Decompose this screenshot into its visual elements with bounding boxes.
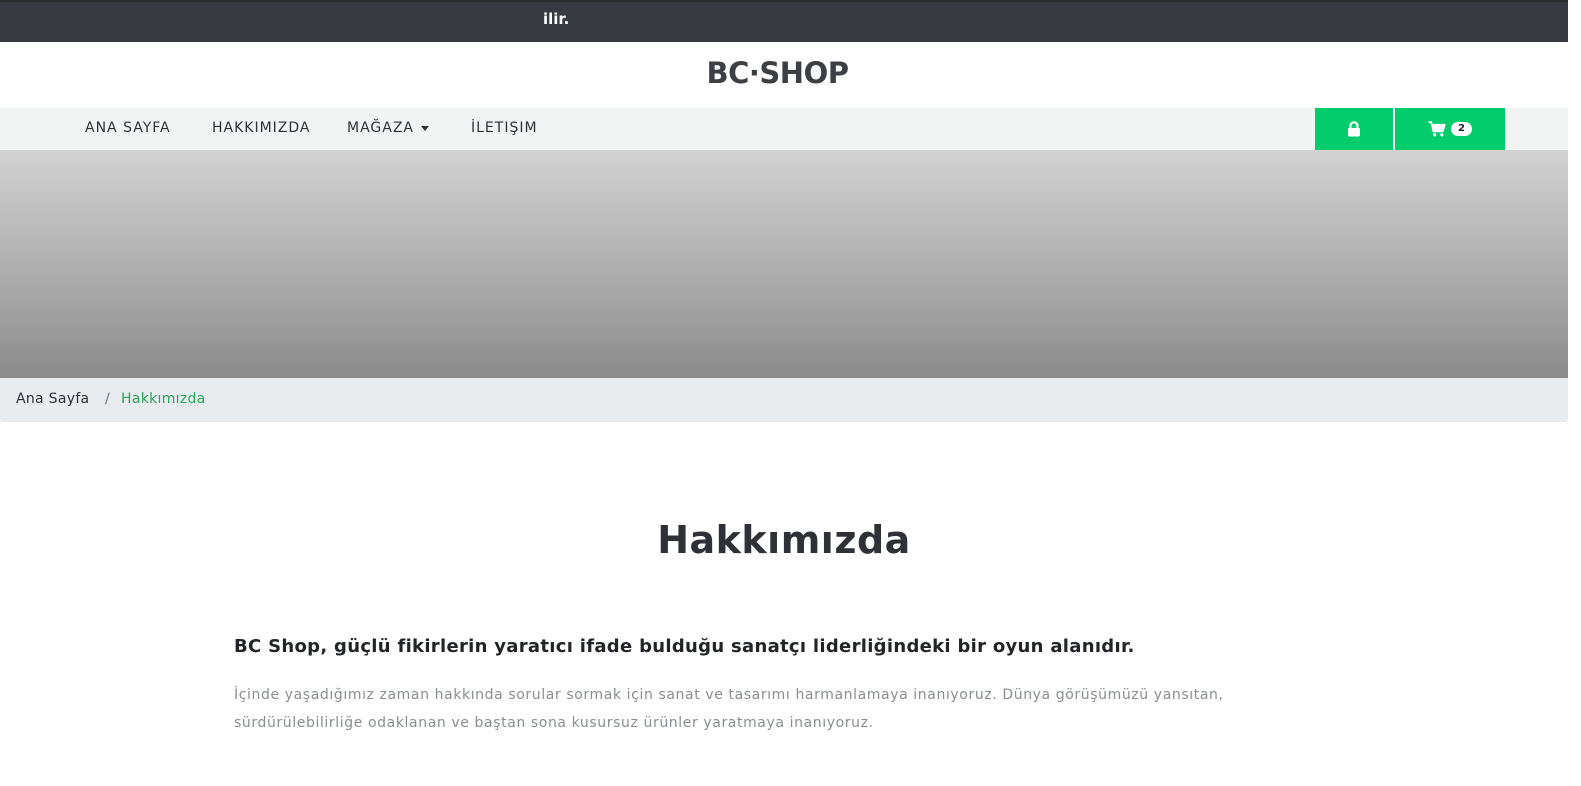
page: ilir. BC·SHOP ANA SAYFA HAKKIMIZDA MAĞAZ…: [0, 0, 1581, 786]
announcement-ticker: ilir.: [543, 10, 570, 28]
about-headline: BC Shop, güçlü fikirlerin yaratıcı ifade…: [234, 636, 1135, 657]
scrollbar-gutter: [1568, 0, 1581, 786]
breadcrumb: Ana Sayfa / Hakkımızda: [0, 378, 1568, 422]
breadcrumb-home-link[interactable]: Ana Sayfa: [16, 391, 89, 407]
announcement-bar: ilir.: [0, 0, 1568, 42]
cart-icon: [1428, 121, 1446, 137]
brand-logo[interactable]: BC·SHOP: [0, 56, 1555, 90]
about-body-text: İçinde yaşadığımız zaman hakkında sorula…: [234, 687, 1224, 731]
login-button[interactable]: [1315, 108, 1393, 150]
nav-item-store-label: MAĞAZA: [347, 120, 415, 136]
nav-item-home[interactable]: ANA SAYFA: [85, 120, 171, 136]
nav-item-contact[interactable]: İLETIŞIM: [471, 120, 538, 136]
breadcrumb-separator: /: [105, 391, 110, 407]
hero-banner: [0, 150, 1568, 378]
brand-header: BC·SHOP: [0, 42, 1568, 108]
page-title: Hakkımızda: [657, 518, 911, 562]
cart-count-badge: 2: [1451, 122, 1472, 136]
cart-button[interactable]: 2: [1395, 108, 1505, 150]
chevron-down-icon: [421, 125, 430, 131]
breadcrumb-current: Hakkımızda: [121, 391, 206, 407]
nav-item-store[interactable]: MAĞAZA: [347, 120, 430, 136]
lock-icon: [1348, 121, 1360, 137]
nav-item-about[interactable]: HAKKIMIZDA: [212, 120, 311, 136]
main-navbar: ANA SAYFA HAKKIMIZDA MAĞAZA İLETIŞIM 2: [0, 108, 1568, 150]
